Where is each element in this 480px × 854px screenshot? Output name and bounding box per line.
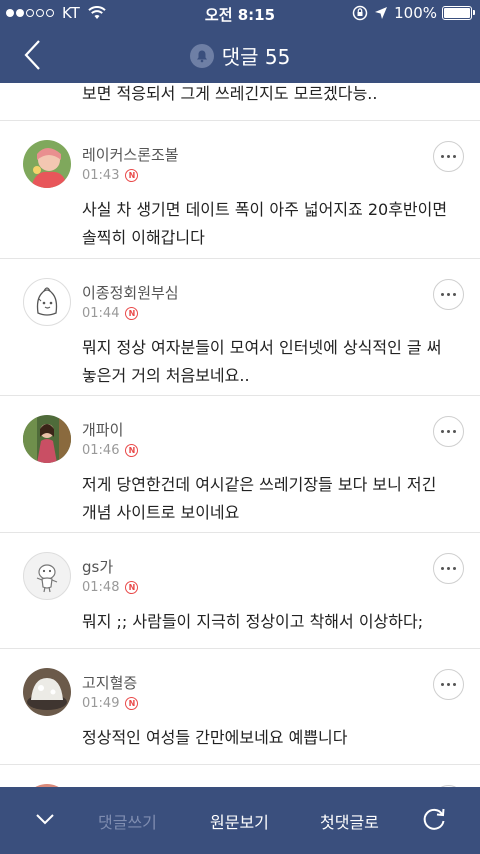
username[interactable]: 이종정회원부심: [82, 282, 179, 303]
page-title: 댓글 55: [0, 41, 480, 70]
avatar[interactable]: [23, 140, 71, 188]
comment-meta: 01:49 N: [82, 696, 139, 711]
new-badge: N: [125, 307, 139, 320]
new-badge: N: [125, 581, 139, 594]
avatar[interactable]: [23, 668, 71, 716]
avatar[interactable]: [23, 552, 71, 600]
chevron-down-icon[interactable]: [34, 809, 56, 829]
battery-percent: 100%: [394, 4, 437, 22]
comment-item: gs가 01:48 N 뭐지 ;; 사람들이 지극히 정상이고 착해서 이상하다…: [0, 533, 480, 649]
refresh-icon[interactable]: [421, 806, 447, 832]
first-comment-button[interactable]: 첫댓글로: [320, 809, 379, 833]
comment-time: 01:43: [82, 168, 120, 183]
comment-item: 개파이 01:46 N 저게 당연한건데 여시같은 쓰레기장들 보다 보니 저긴…: [0, 396, 480, 533]
comment-text: 뭐지 ;; 사람들이 지극히 정상이고 착해서 이상하다;: [82, 612, 424, 631]
status-right: 100%: [352, 4, 475, 22]
battery-icon: [442, 6, 475, 20]
new-badge: N: [125, 444, 139, 457]
more-options-button[interactable]: [433, 141, 464, 172]
comment-meta: 01:46 N: [82, 443, 139, 458]
comment-item: [0, 765, 480, 787]
comment-text: 정상적인 여성들 간만에보네요 예쁩니다: [82, 728, 348, 747]
status-bar: KT 오전 8:15 100%: [0, 0, 480, 27]
comment-text: 보면 적응되서 그게 쓰레긴지도 모르겠다능..: [0, 83, 480, 121]
page-title-label: 댓글 55: [221, 45, 291, 69]
more-options-button[interactable]: [433, 416, 464, 447]
more-options-button[interactable]: [433, 279, 464, 310]
bottom-toolbar: 댓글쓰기 원문보기 첫댓글로: [0, 787, 480, 854]
comment-text: 뭐지 정상 여자분들이 모여서 인터넷에 상식적인 글 써놓은거 거의 처음보네…: [82, 338, 442, 385]
more-options-button[interactable]: [433, 669, 464, 700]
username[interactable]: 개파이: [82, 419, 123, 440]
username[interactable]: 레이커스론조볼: [82, 144, 179, 165]
comment-time: 01:44: [82, 306, 120, 321]
comment-text: 사실 차 생기면 데이트 폭이 아주 넓어지죠 20후반이면 솔찍히 이해갑니다: [82, 200, 448, 247]
comment-meta: 01:44 N: [82, 306, 139, 321]
username[interactable]: 고지혈증: [82, 672, 137, 693]
write-comment-button[interactable]: 댓글쓰기: [98, 809, 157, 833]
comment-item: 이종정회원부심 01:44 N 뭐지 정상 여자분들이 모여서 인터넷에 상식적…: [0, 259, 480, 396]
new-badge: N: [125, 169, 139, 182]
comment-time: 01:46: [82, 443, 120, 458]
comment-item: 레이커스론조볼 01:43 N 사실 차 생기면 데이트 폭이 아주 넓어지죠 …: [0, 121, 480, 259]
comment-meta: 01:48 N: [82, 580, 139, 595]
more-options-button[interactable]: [433, 553, 464, 584]
view-original-button[interactable]: 원문보기: [210, 809, 269, 833]
comment-text: 저게 당연한건데 여시같은 쓰레기장들 보다 보니 저긴 개념 사이트로 보이네…: [82, 475, 437, 522]
location-arrow-icon: [375, 7, 388, 19]
comment-list[interactable]: 보면 적응되서 그게 쓰레긴지도 모르겠다능.. 레이커스론조볼 01:43 N…: [0, 83, 480, 787]
comment-time: 01:49: [82, 696, 120, 711]
comment-time: 01:48: [82, 580, 120, 595]
new-badge: N: [125, 697, 139, 710]
comment-meta: 01:43 N: [82, 168, 139, 183]
bell-icon: [189, 43, 214, 68]
rotation-lock-icon: [352, 5, 368, 21]
avatar[interactable]: [23, 278, 71, 326]
comment-item: 고지혈증 01:49 N 정상적인 여성들 간만에보네요 예쁩니다: [0, 649, 480, 765]
nav-bar: 댓글 55: [0, 27, 480, 83]
username[interactable]: gs가: [82, 556, 113, 577]
avatar[interactable]: [23, 415, 71, 463]
